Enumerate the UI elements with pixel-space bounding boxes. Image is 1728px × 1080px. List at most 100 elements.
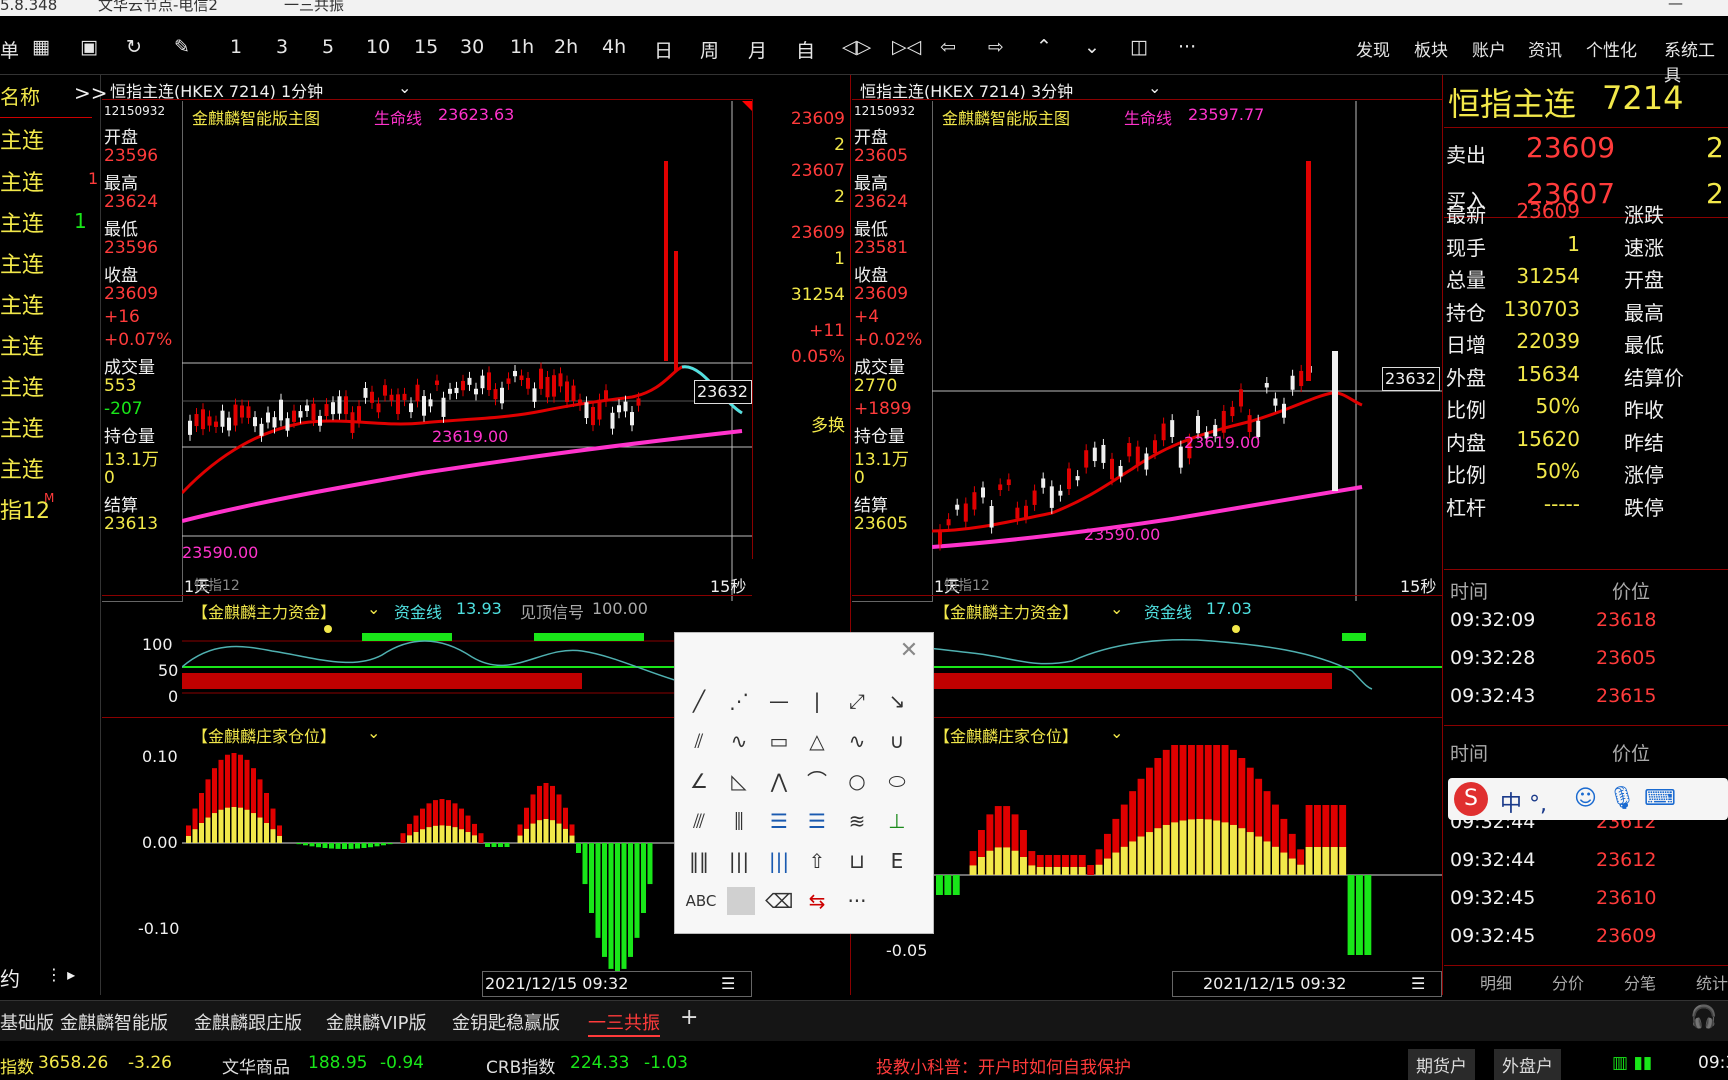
tab-golden-key[interactable]: 金钥匙稳赢版	[452, 1009, 560, 1035]
chart1-sub1-dropdown-icon[interactable]: ⌄	[367, 599, 380, 618]
layout-icon[interactable]: ▦	[32, 36, 50, 58]
ime-keyboard-icon[interactable]: ⌨	[1644, 786, 1676, 811]
speed-line-icon[interactable]: ◺	[725, 767, 753, 795]
chart1-sub1-title[interactable]: 【金麒麟主力资金】	[192, 599, 336, 623]
add-tab-icon[interactable]: +	[680, 1005, 698, 1030]
chevron-down-icon[interactable]: ⌄	[1084, 36, 1100, 58]
futures-account-button[interactable]: 期货户	[1408, 1049, 1475, 1080]
arc-icon[interactable]: ⌒	[803, 767, 831, 795]
parallel-line-icon[interactable]: ⫽	[685, 727, 713, 755]
fork-icon[interactable]: ⋀	[765, 767, 793, 795]
period-week[interactable]: 周	[700, 36, 719, 63]
eraser-icon[interactable]: ⌫	[765, 887, 793, 915]
sidebar-item[interactable]: 主连	[0, 370, 44, 402]
wave-icon[interactable]: ∿	[843, 727, 871, 755]
chart2-sub2-dropdown-icon[interactable]: ⌄	[1110, 723, 1123, 742]
sell-price[interactable]: 23609	[1526, 131, 1615, 164]
chevron-up-icon[interactable]: ⌃	[1036, 36, 1052, 58]
sidebar-item[interactable]: 主连	[0, 123, 44, 155]
sidebar-item[interactable]: 主连	[0, 452, 44, 484]
ime-toolbar[interactable]: S 中 °, ☺ 🎙 ⌨	[1448, 778, 1728, 820]
menu-discover[interactable]: 发现	[1356, 36, 1390, 61]
golden-ratio-icon[interactable]: ⊥	[883, 807, 911, 835]
ime-chinese-icon[interactable]: 中 °,	[1500, 786, 1547, 818]
period-10[interactable]: 10	[366, 36, 390, 58]
circle-icon[interactable]: ○	[843, 767, 871, 795]
up-arrow-icon[interactable]: ⇧	[803, 847, 831, 875]
chart1-period-dropdown-icon[interactable]: ⌄	[398, 78, 411, 97]
ime-emoji-icon[interactable]: ☺	[1574, 786, 1597, 811]
sidebar-item[interactable]: 指12	[0, 493, 50, 525]
horizontal-line-icon[interactable]: —	[765, 687, 793, 715]
expand-icon[interactable]: ◁▷	[842, 36, 871, 58]
close-icon[interactable]: ✕	[895, 637, 923, 665]
segment-icon[interactable]: ⤢	[843, 687, 871, 715]
chart1-sub2-title[interactable]: 【金麒麟庄家仓位】	[192, 723, 336, 747]
draw-icon[interactable]: ✎	[174, 36, 190, 58]
minimize-icon[interactable]: —	[1668, 0, 1683, 11]
arrow-left-icon[interactable]: ⇦	[940, 36, 956, 58]
period-month[interactable]: 月	[748, 36, 767, 63]
period-15[interactable]: 15	[414, 36, 438, 58]
headset-icon[interactable]: 🎧	[1690, 1005, 1717, 1030]
cycle-lines-icon[interactable]: ‖‖	[685, 847, 713, 875]
fibonacci-icon[interactable]: ☰	[765, 807, 793, 835]
ime-voice-icon[interactable]: 🎙	[1608, 786, 1636, 811]
fib-time-icon[interactable]: |||	[765, 847, 793, 875]
period-3[interactable]: 3	[276, 36, 288, 58]
tab-detail[interactable]: 明细	[1480, 970, 1512, 994]
save-icon[interactable]: ▣	[80, 36, 98, 58]
rectangle-icon[interactable]: ▭	[765, 727, 793, 755]
chart2-sub1-title[interactable]: 【金麒麟主力资金】	[934, 599, 1078, 623]
arrow-right-icon[interactable]: ⇨	[988, 36, 1004, 58]
period-custom[interactable]: 自	[796, 36, 815, 63]
status-notice[interactable]: 投教小科普：开户时如何自我保护	[876, 1053, 1131, 1078]
triangle-icon[interactable]: △	[803, 727, 831, 755]
color-picker-icon[interactable]	[727, 887, 755, 915]
period-4h[interactable]: 4h	[602, 36, 626, 58]
chart2-sub2-title[interactable]: 【金麒麟庄家仓位】	[934, 723, 1078, 747]
sidebar-item[interactable]: 主连	[0, 206, 44, 238]
cup-icon[interactable]: ∪	[883, 727, 911, 755]
tab-stats[interactable]: 统计	[1696, 970, 1728, 994]
chart1-sub2-dropdown-icon[interactable]: ⌄	[367, 723, 380, 742]
chart2-sub1-dropdown-icon[interactable]: ⌄	[1110, 599, 1123, 618]
line-tool-icon[interactable]: ╱	[685, 687, 713, 715]
split-icon[interactable]: ◫	[1130, 36, 1148, 58]
period-day[interactable]: 日	[654, 36, 673, 63]
ruler-icon[interactable]: ⊔	[843, 847, 871, 875]
chart2-period-dropdown-icon[interactable]: ⌄	[1148, 78, 1161, 97]
period-2h[interactable]: 2h	[554, 36, 578, 58]
tab-trades[interactable]: 分笔	[1624, 970, 1656, 994]
tab-price-dist[interactable]: 分价	[1552, 970, 1584, 994]
sidebar-item[interactable]: 主连	[0, 329, 44, 361]
refresh-icon[interactable]: ↻	[126, 36, 142, 58]
more-icon[interactable]: ···	[1178, 36, 1196, 58]
polyline-icon[interactable]: ∿	[725, 727, 753, 755]
menu-news[interactable]: 资讯	[1528, 36, 1562, 61]
tab-vip[interactable]: 金麒麟VIP版	[326, 1009, 426, 1035]
tab-basic[interactable]: 基础版	[0, 1009, 54, 1035]
gann-fan-icon[interactable]: ⫼	[725, 807, 753, 835]
fan-icon[interactable]: ⫻	[685, 807, 713, 835]
sidebar-scroll-icon[interactable]: ⋮ ▸	[46, 965, 75, 984]
ellipse-icon[interactable]: ⬭	[883, 767, 911, 795]
period-1h[interactable]: 1h	[510, 36, 534, 58]
period-5[interactable]: 5	[322, 36, 334, 58]
sidebar-item[interactable]: 主连	[0, 288, 44, 320]
more-tools-icon[interactable]: ···	[843, 887, 871, 915]
time-zone-icon[interactable]: |||	[725, 847, 753, 875]
dotted-line-icon[interactable]: ⋰	[725, 687, 753, 715]
tab-follow[interactable]: 金麒麟跟庄版	[194, 1009, 302, 1035]
menu-sector[interactable]: 板块	[1414, 36, 1448, 61]
delete-all-icon[interactable]: ⇆	[803, 887, 831, 915]
overseas-account-button[interactable]: 外盘户	[1494, 1049, 1561, 1080]
price-label-icon[interactable]: Ε	[883, 847, 911, 875]
gann-angle-icon[interactable]: ∠	[685, 767, 713, 795]
sidebar-item[interactable]: 主连	[0, 165, 44, 197]
menu-personalize[interactable]: 个性化	[1586, 36, 1637, 61]
menu-icon[interactable]: 单	[0, 36, 19, 63]
sidebar-item[interactable]: 主连	[0, 411, 44, 443]
menu-account[interactable]: 账户	[1472, 36, 1506, 61]
channel-icon[interactable]: ≋	[843, 807, 871, 835]
